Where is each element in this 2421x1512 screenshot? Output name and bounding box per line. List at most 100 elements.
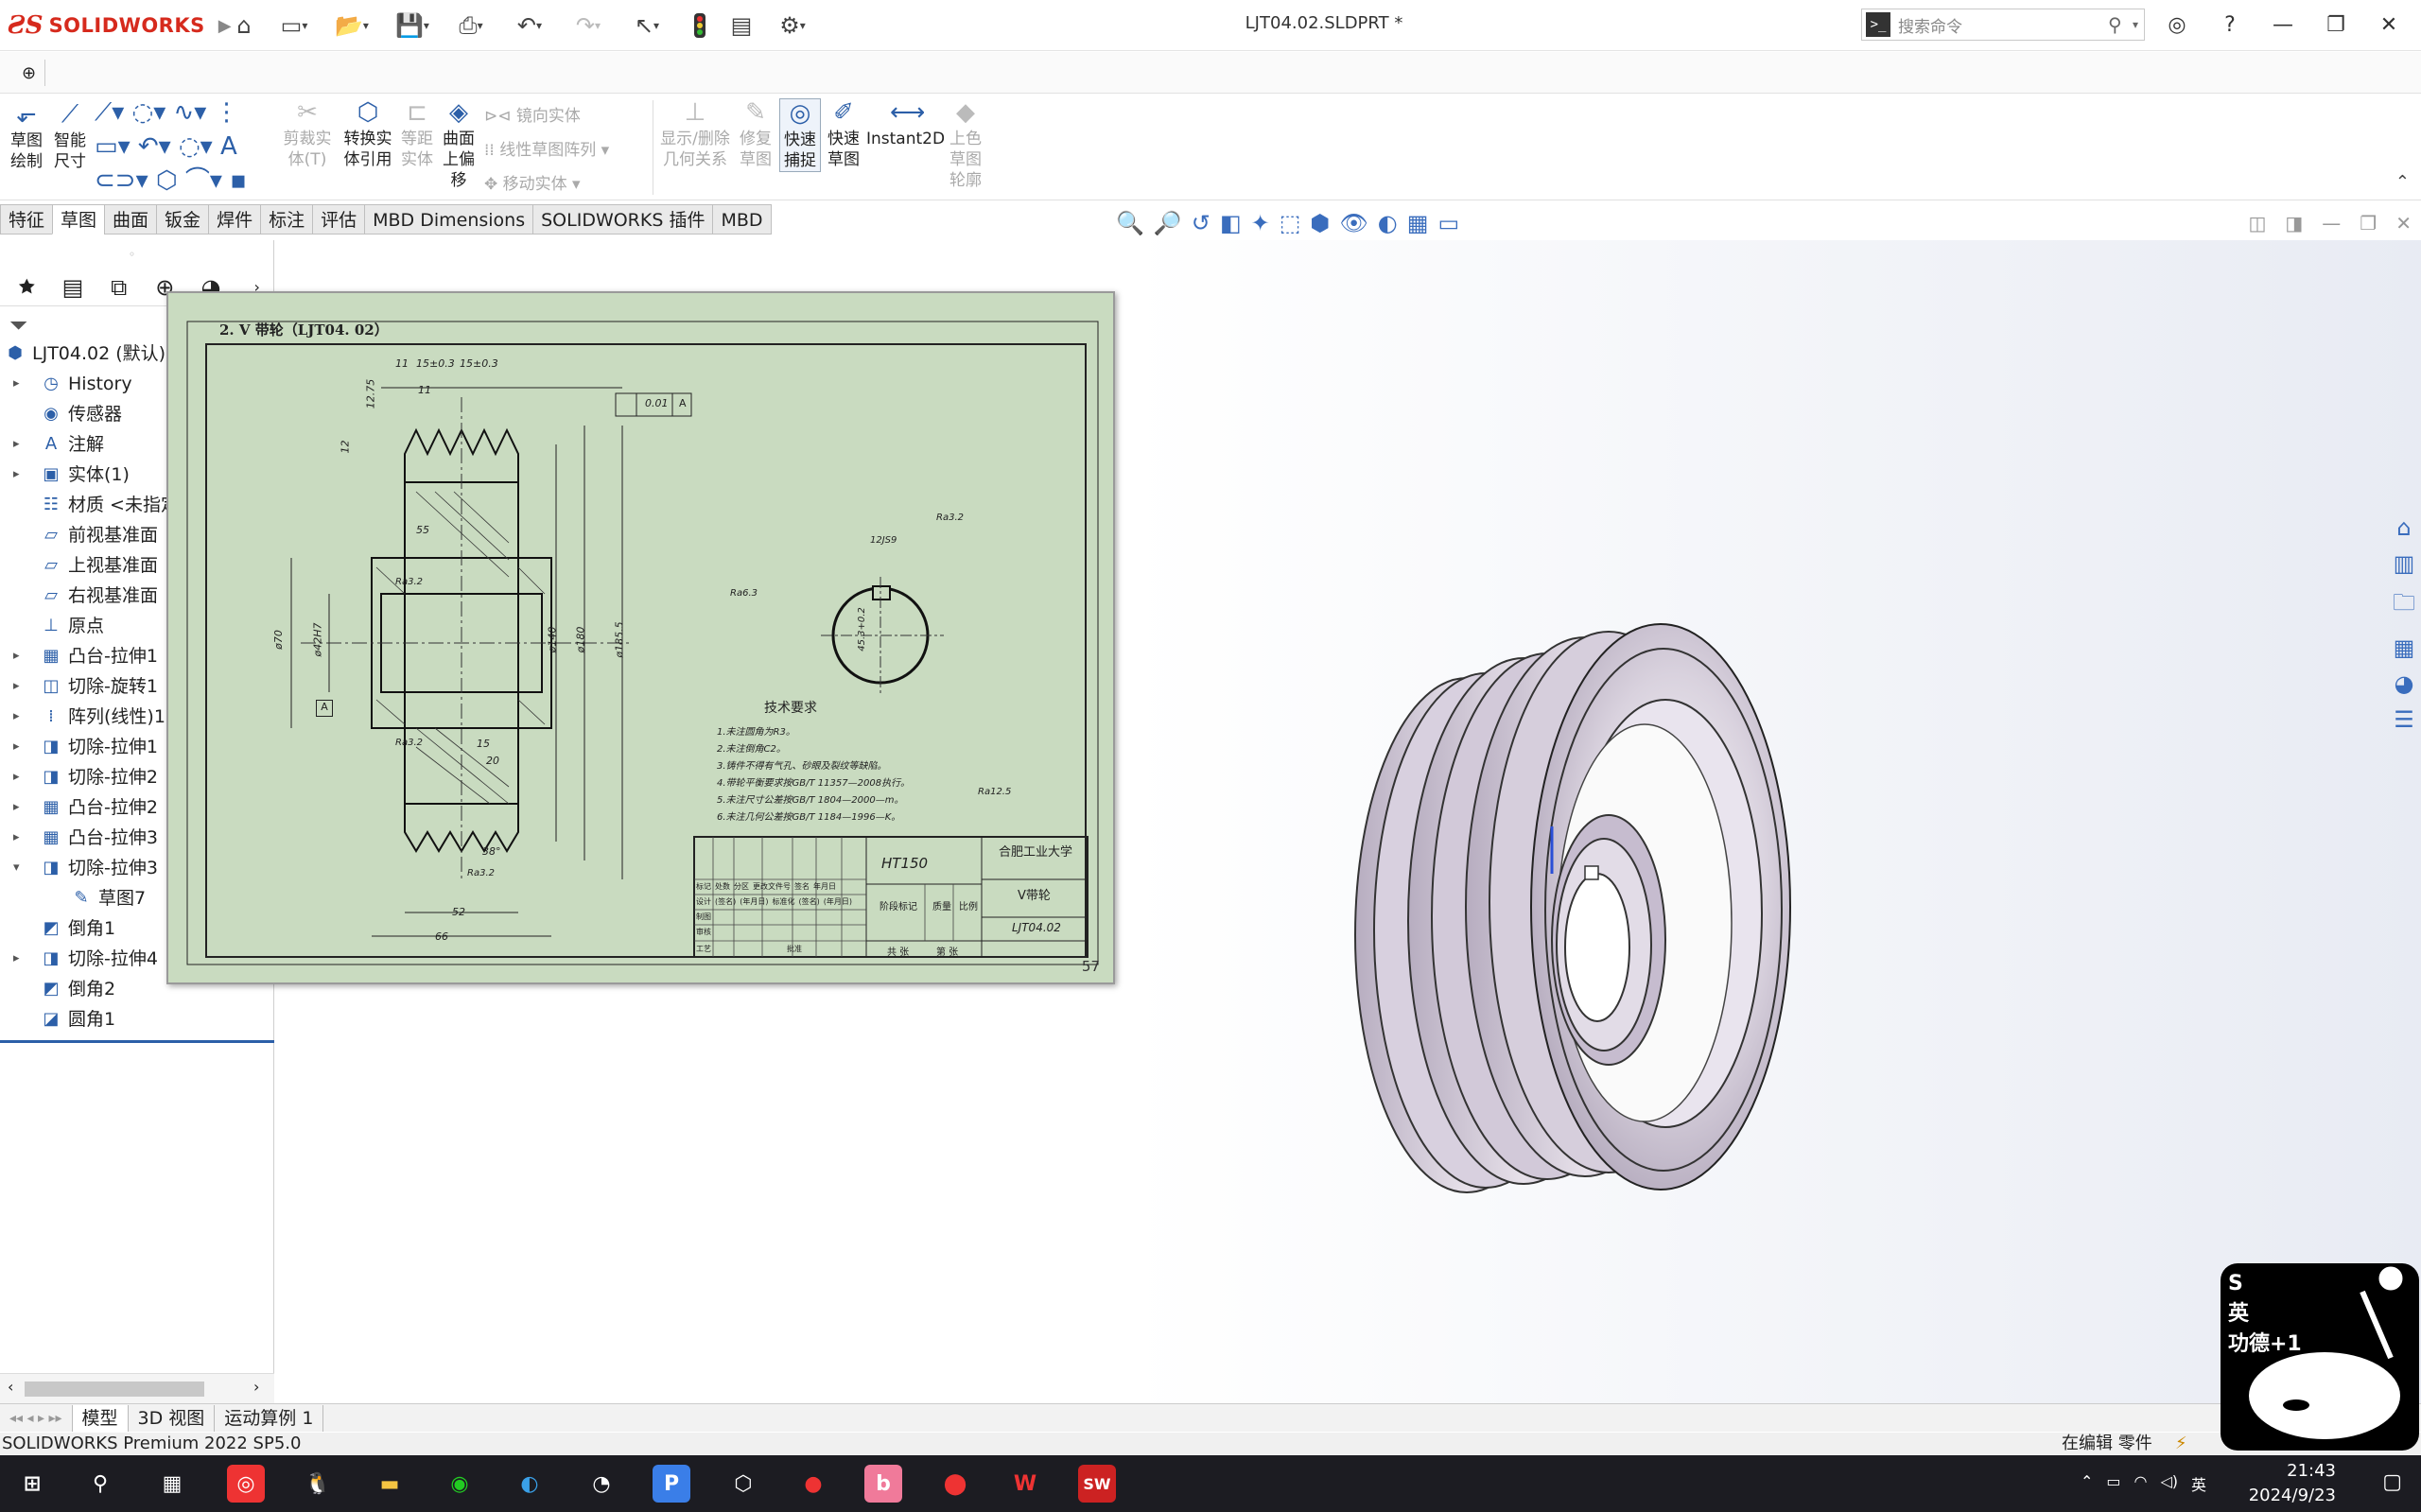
redo-icon[interactable]: ↷ ▾ — [562, 11, 615, 40]
design-library-icon[interactable]: ▥ — [2394, 550, 2415, 577]
edit-appearance-icon[interactable]: ◐ — [1378, 210, 1398, 238]
netease-music-icon[interactable]: ◎ — [227, 1465, 265, 1503]
feature-manager-tab-icon[interactable]: 🟊 — [9, 271, 44, 304]
move-entities-button[interactable]: ✥ 移动实体 ▾ — [484, 170, 581, 194]
chevron-down-icon[interactable]: ▾ — [2133, 18, 2138, 31]
open-folder-icon[interactable]: 📂 ▾ — [325, 11, 378, 40]
viewport-close-icon[interactable]: ✕ — [2395, 212, 2412, 235]
previous-view-icon[interactable]: ↺ — [1192, 210, 1210, 238]
minimize-button[interactable]: — — [2264, 8, 2302, 42]
property-manager-tab-icon[interactable]: ▤ — [56, 271, 91, 304]
file-explorer-icon[interactable]: 🗀 — [2393, 586, 2415, 625]
windows-start-icon[interactable]: ⊞ — [13, 1465, 51, 1503]
rollback-bar[interactable] — [0, 1040, 274, 1043]
solidworks-taskbar-icon[interactable]: SW — [1078, 1465, 1116, 1503]
tab-motion-study[interactable]: 运动算例 1 — [215, 1404, 324, 1432]
tab-scroll-arrows-icon[interactable]: ◂◂ ◂ ▸ ▸▸ — [0, 1404, 73, 1432]
tab-sketch[interactable]: 草图 — [52, 204, 106, 235]
record-app-icon[interactable]: ● — [794, 1465, 832, 1503]
expand-toggle-icon[interactable]: ▸ — [13, 792, 25, 823]
scroll-left-icon[interactable]: ‹ — [8, 1378, 13, 1396]
pin-icon[interactable]: ⊕ — [13, 60, 45, 86]
view-orientation-icon[interactable]: ⬚ — [1280, 210, 1301, 238]
repair-sketch-button[interactable]: ✎ 修复 草图 — [734, 98, 777, 170]
bilibili-icon[interactable]: b — [864, 1465, 902, 1503]
options-gear-icon[interactable]: ⚙ ▾ — [766, 11, 819, 40]
expand-toggle-icon[interactable]: ▸ — [13, 641, 25, 671]
split-view-right-icon[interactable]: ◨ — [2285, 212, 2303, 235]
view-palette-icon[interactable]: ▦ — [2394, 634, 2415, 661]
ime-indicator[interactable]: 英 — [2191, 1472, 2206, 1495]
restore-button[interactable]: ❐ — [2317, 8, 2355, 42]
search-input[interactable]: 搜索命令 — [1898, 13, 2108, 37]
search-icon[interactable]: ⚲ — [81, 1465, 119, 1503]
apply-scene-icon[interactable]: ▦ — [1407, 210, 1429, 238]
expand-toggle-icon[interactable]: ▸ — [13, 944, 25, 974]
paypal-app-icon[interactable]: P — [653, 1465, 690, 1503]
shaded-sketch-contours-button[interactable]: ◆ 上色 草图 轮廓 — [944, 98, 987, 191]
scroll-thumb[interactable] — [25, 1382, 204, 1397]
new-document-icon[interactable]: ▭ ▾ — [270, 11, 318, 40]
battery-icon[interactable]: ▭ — [2106, 1472, 2120, 1495]
smart-dimension-button[interactable]: ⟋ 智能 尺寸 — [49, 100, 91, 172]
appearances-icon[interactable]: ◕ — [2395, 670, 2414, 697]
sketch-button[interactable]: ⬐ 草图 绘制 — [6, 100, 47, 172]
tab-surfaces[interactable]: 曲面 — [104, 204, 158, 235]
file-explorer-icon[interactable]: ▬ — [371, 1465, 409, 1503]
rebuild-traffic-light-icon[interactable] — [683, 11, 717, 40]
viewport-restore-icon[interactable]: ❐ — [2360, 212, 2377, 235]
custom-properties-icon[interactable]: ☰ — [2394, 706, 2414, 733]
search-icon[interactable]: ⚲ — [2108, 13, 2133, 36]
user-account-icon[interactable]: ◎ — [2158, 8, 2196, 42]
offset-on-surface-button[interactable]: ◈ 曲面 上偏 移 — [437, 98, 480, 191]
offset-entities-button[interactable]: ⊏ 等距 实体 — [395, 98, 439, 170]
save-icon[interactable]: 💾 ▾ — [386, 11, 439, 40]
qq-icon[interactable]: 🐧 — [299, 1465, 337, 1503]
wps-office-icon[interactable]: W — [1006, 1465, 1044, 1503]
scroll-right-icon[interactable]: › — [253, 1378, 259, 1396]
tab-model[interactable]: 模型 — [72, 1404, 129, 1432]
line-icon[interactable]: ⟋▾ ◌▾ ∿▾ ⋮ — [95, 98, 239, 127]
collapse-ribbon-icon[interactable]: ⌃ — [2395, 172, 2410, 192]
expand-toggle-icon[interactable]: ▸ — [13, 762, 25, 792]
notifications-icon[interactable]: ▢ — [2382, 1470, 2402, 1494]
view-settings-icon[interactable]: ▭ — [1437, 210, 1459, 238]
hide-show-items-icon[interactable]: 👁 — [1339, 210, 1367, 238]
quick-snaps-button[interactable]: ◎ 快速 捕捉 — [779, 98, 821, 172]
search-commands-box[interactable]: >_ 搜索命令 ⚲ ▾ — [1861, 9, 2145, 41]
volume-icon[interactable]: ◁) — [2161, 1472, 2179, 1495]
calculator-icon[interactable]: ▦ — [153, 1465, 191, 1503]
undo-icon[interactable]: ↶ ▾ — [503, 11, 556, 40]
file-properties-icon[interactable]: ▤ — [724, 11, 758, 40]
linear-pattern-button[interactable]: ⁞⁞ 线性草图阵列 ▾ — [484, 136, 609, 160]
splitter-handle[interactable]: ◦ — [129, 248, 135, 261]
solidworks-logo[interactable]: ƧS SOLIDWORKS ▶ — [8, 9, 232, 42]
solidworks-resources-icon[interactable]: ⌂ — [2396, 514, 2411, 541]
expand-toggle-icon[interactable]: ▸ — [13, 369, 25, 399]
edge-browser-icon[interactable]: ◐ — [511, 1465, 549, 1503]
panda-app-icon[interactable]: ◔ — [583, 1465, 620, 1503]
help-icon[interactable]: ? — [2211, 8, 2249, 42]
filter-icon[interactable]: ⏷ — [9, 312, 27, 339]
close-button[interactable]: ✕ — [2370, 8, 2408, 42]
screen-recorder-icon[interactable]: ⬤ — [936, 1465, 974, 1503]
expand-toggle-icon[interactable]: ▸ — [13, 429, 25, 460]
cube-app-icon[interactable]: ⬡ — [724, 1465, 762, 1503]
convert-entities-button[interactable]: ⬡ 转换实 体引用 — [337, 98, 399, 170]
dynamic-annotation-icon[interactable]: ✦ — [1251, 210, 1270, 238]
rapid-sketch-button[interactable]: ✐ 快速 草图 — [823, 98, 864, 170]
zoom-to-area-icon[interactable]: 🔎 — [1154, 210, 1182, 238]
tab-mbd-dimensions[interactable]: MBD Dimensions — [364, 204, 534, 235]
expand-toggle-icon[interactable]: ▾ — [13, 853, 25, 883]
tab-solidworks-addins[interactable]: SOLIDWORKS 插件 — [532, 204, 714, 235]
rectangle-icon[interactable]: ▭▾ ↶▾ ◌▾ A — [95, 132, 237, 161]
tab-evaluate[interactable]: 评估 — [312, 204, 366, 235]
select-arrow-icon[interactable]: ↖ ▾ — [620, 11, 673, 40]
expand-toggle-icon[interactable]: ▸ — [13, 460, 25, 490]
display-style-icon[interactable]: ⬢ — [1310, 210, 1330, 238]
expand-toggle-icon[interactable]: ▸ — [13, 823, 25, 853]
wechat-icon[interactable]: ◉ — [441, 1465, 479, 1503]
zoom-to-fit-icon[interactable]: 🔍 — [1116, 210, 1144, 238]
configuration-manager-tab-icon[interactable]: ⧉ — [101, 271, 136, 304]
expand-toggle-icon[interactable]: ▸ — [13, 702, 25, 732]
